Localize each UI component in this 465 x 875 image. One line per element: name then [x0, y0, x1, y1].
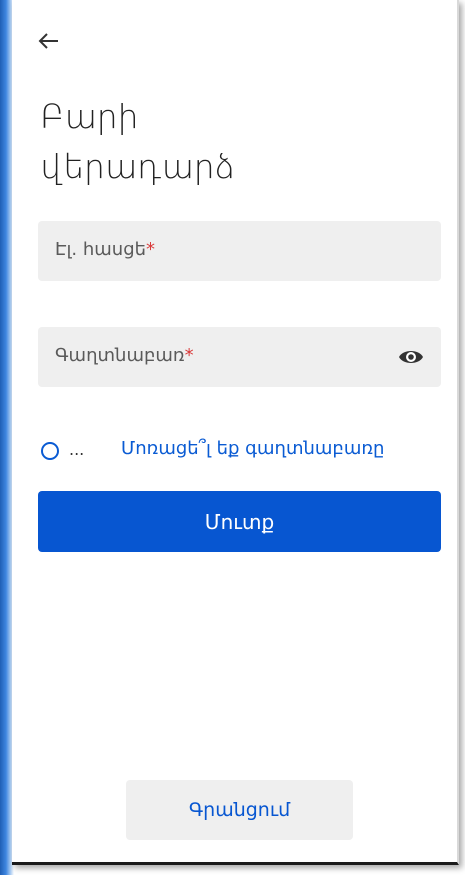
- required-mark: *: [184, 345, 194, 366]
- remember-radio[interactable]: [41, 442, 59, 460]
- password-placeholder: Գաղտնաբառ*: [55, 345, 194, 366]
- page-title-line2: վերադարձ: [40, 147, 235, 186]
- register-button[interactable]: Գրանցում: [126, 780, 353, 840]
- required-mark: *: [146, 239, 156, 260]
- page-title-line1: Բարի: [40, 97, 139, 136]
- app-screen: Բարի վերադարձ Էլ. հասցե* Գաղտնաբառ* ... …: [12, 0, 459, 865]
- email-placeholder: Էլ. հասցե*: [55, 239, 156, 260]
- remember-row: ... Մոռացե՞լ եք գաղտնաբառը: [41, 438, 451, 468]
- login-button[interactable]: Մուտք: [38, 491, 441, 552]
- remember-label: ...: [69, 440, 85, 459]
- eye-icon[interactable]: [398, 346, 424, 368]
- forgot-password-link[interactable]: Մոռացե՞լ եք գաղտնաբառը: [121, 438, 384, 459]
- page-title: Բարի վերադարձ: [40, 92, 420, 192]
- arrow-left-icon[interactable]: [36, 28, 62, 54]
- window-frame: Բարի վերադարձ Էլ. հասցե* Գաղտնաբառ* ... …: [0, 0, 465, 875]
- email-field[interactable]: Էլ. հասցե*: [38, 221, 441, 281]
- password-field[interactable]: Գաղտնաբառ*: [38, 327, 441, 387]
